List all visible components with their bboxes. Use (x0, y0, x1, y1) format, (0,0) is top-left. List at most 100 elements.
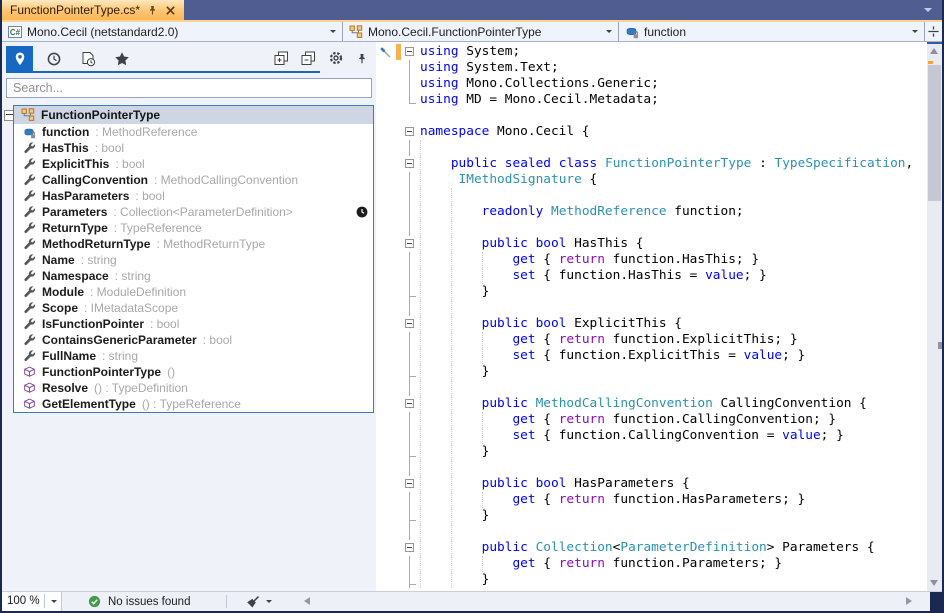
fold-collapse-box[interactable] (403, 396, 419, 412)
tree-member-Scope[interactable]: Scope : IMetadataScope (14, 300, 373, 316)
split-window-button[interactable] (925, 22, 942, 41)
code-line[interactable]: get { return function.Parameters; } (376, 556, 927, 572)
tree-member-Namespace[interactable]: Namespace : string (14, 268, 373, 284)
fold-collapse-box[interactable] (403, 236, 419, 252)
code-line[interactable]: IMethodSignature { (376, 172, 927, 188)
code-text: using System; (420, 44, 520, 60)
code-line[interactable] (376, 188, 927, 204)
code-line[interactable]: get { return function.CallingConvention;… (376, 412, 927, 428)
code-line[interactable]: set { function.HasThis = value; } (376, 268, 927, 284)
code-line[interactable]: get { return function.HasParameters; } (376, 492, 927, 508)
location-pin-tab-button[interactable] (6, 46, 33, 71)
code-line[interactable]: namespace Mono.Cecil { (376, 124, 927, 140)
member-type: : bool (95, 141, 124, 155)
scroll-down-arrow-icon[interactable] (930, 580, 938, 586)
tree-member-Module[interactable]: Module : ModuleDefinition (14, 284, 373, 300)
code-line[interactable]: } (376, 284, 927, 300)
type-dropdown[interactable]: Mono.Cecil.FunctionPointerType (343, 22, 619, 41)
vertical-scrollbar[interactable] (927, 42, 942, 592)
tree-root-label: FunctionPointerType (41, 108, 160, 122)
fold-collapse-box[interactable] (403, 540, 419, 556)
code-text: readonly MethodReference function; (420, 204, 744, 220)
fold-collapse-box[interactable] (403, 316, 419, 332)
code-text: get { return function.HasParameters; } (420, 492, 805, 508)
tree-root-node[interactable]: FunctionPointerType (14, 106, 373, 124)
zoom-level-dropdown[interactable]: 100 % (2, 592, 62, 611)
code-line[interactable]: using Mono.Collections.Generic; (376, 76, 927, 92)
code-line[interactable] (376, 140, 927, 156)
code-line[interactable]: get { return function.HasThis; } (376, 252, 927, 268)
panel-toolbar-actions (274, 50, 368, 71)
document-tab[interactable]: FunctionPointerType.cs* (2, 0, 184, 20)
settings-gear-button[interactable] (328, 50, 344, 71)
code-line[interactable] (376, 524, 927, 540)
tree-member-IsFunctionPointer[interactable]: IsFunctionPointer : bool (14, 316, 373, 332)
code-line[interactable]: set { function.ExplicitThis = value; } (376, 348, 927, 364)
code-line[interactable]: public MethodCallingConvention CallingCo… (376, 396, 927, 412)
code-line[interactable]: using MD = Mono.Cecil.Metadata; (376, 92, 927, 108)
tree-member-ContainsGenericParameter[interactable]: ContainsGenericParameter : bool (14, 332, 373, 348)
document-tab-bar: FunctionPointerType.cs* (2, 0, 942, 20)
tree-member-function[interactable]: function : MethodReference (14, 124, 373, 140)
code-line[interactable]: using System; (376, 44, 927, 60)
expand-all-button[interactable] (274, 51, 289, 71)
chevron-down-icon[interactable] (266, 600, 272, 606)
close-tab-icon[interactable] (165, 5, 176, 16)
fold-collapse-box[interactable] (403, 124, 419, 140)
code-line[interactable] (376, 460, 927, 476)
code-line[interactable]: } (376, 364, 927, 380)
pending-document-tab-button[interactable] (74, 46, 101, 71)
pin-tab-icon[interactable] (147, 5, 158, 16)
history-clock-tab-button[interactable] (40, 46, 67, 71)
tree-member-CallingConvention[interactable]: CallingConvention : MethodCallingConvent… (14, 172, 373, 188)
code-line[interactable] (376, 380, 927, 396)
tab-list-chevron-icon[interactable] (924, 8, 932, 16)
code-line[interactable]: public bool ExplicitThis { (376, 316, 927, 332)
scrollbar-thumb[interactable] (928, 65, 941, 201)
tree-member-HasThis[interactable]: HasThis : bool (14, 140, 373, 156)
fold-collapse-box[interactable] (403, 156, 419, 172)
search-input[interactable] (6, 78, 372, 98)
scroll-left-arrow-icon[interactable] (304, 597, 310, 605)
tree-member-FullName[interactable]: FullName : string (14, 348, 373, 364)
tree-member-Parameters[interactable]: Parameters : Collection<ParameterDefinit… (14, 204, 373, 220)
code-line[interactable]: public sealed class FunctionPointerType … (376, 156, 927, 172)
tree-member-ExplicitThis[interactable]: ExplicitThis : bool (14, 156, 373, 172)
member-dropdown[interactable]: function (619, 22, 925, 41)
scroll-right-arrow-icon[interactable] (906, 597, 912, 605)
code-line[interactable]: get { return function.ExplicitThis; } (376, 332, 927, 348)
code-editor[interactable]: using System;using System.Text;using Mon… (376, 42, 942, 592)
pin-button[interactable] (356, 52, 368, 70)
vs-editor-window: FunctionPointerType.cs* C# Mono.Cecil (n… (0, 0, 944, 613)
tree-member-MethodReturnType[interactable]: MethodReturnType : MethodReturnType (14, 236, 373, 252)
outline-guide (403, 412, 419, 428)
tree-member-Resolve[interactable]: Resolve() : TypeDefinition (14, 380, 373, 396)
code-line[interactable] (376, 108, 927, 124)
document-health-indicator[interactable]: No issues found (88, 592, 190, 611)
code-line[interactable] (376, 300, 927, 316)
project-dropdown[interactable]: C# Mono.Cecil (netstandard2.0) (2, 22, 343, 41)
code-line[interactable]: } (376, 444, 927, 460)
scroll-up-arrow-icon[interactable] (930, 48, 938, 54)
tree-member-GetElementType[interactable]: GetElementType() : TypeReference (14, 396, 373, 412)
code-line[interactable] (376, 220, 927, 236)
tree-member-FunctionPointerType[interactable]: FunctionPointerType() (14, 364, 373, 380)
property-icon (23, 238, 36, 251)
code-line[interactable]: public bool HasParameters { (376, 476, 927, 492)
code-line[interactable]: } (376, 572, 927, 588)
outline-guide (403, 524, 419, 540)
collapse-all-button[interactable] (301, 51, 316, 71)
tree-member-Name[interactable]: Name : string (14, 252, 373, 268)
favorites-star-tab-button[interactable] (108, 46, 135, 71)
fold-collapse-box[interactable] (403, 476, 419, 492)
code-line[interactable]: public Collection<ParameterDefinition> P… (376, 540, 927, 556)
code-cleanup-broom-icon[interactable] (246, 594, 261, 609)
code-line[interactable]: } (376, 508, 927, 524)
code-line[interactable]: using System.Text; (376, 60, 927, 76)
fold-collapse-box[interactable] (403, 44, 419, 60)
code-line[interactable]: public bool HasThis { (376, 236, 927, 252)
code-line[interactable]: readonly MethodReference function; (376, 204, 927, 220)
tree-member-ReturnType[interactable]: ReturnType : TypeReference (14, 220, 373, 236)
code-line[interactable]: set { function.CallingConvention = value… (376, 428, 927, 444)
tree-member-HasParameters[interactable]: HasParameters : bool (14, 188, 373, 204)
